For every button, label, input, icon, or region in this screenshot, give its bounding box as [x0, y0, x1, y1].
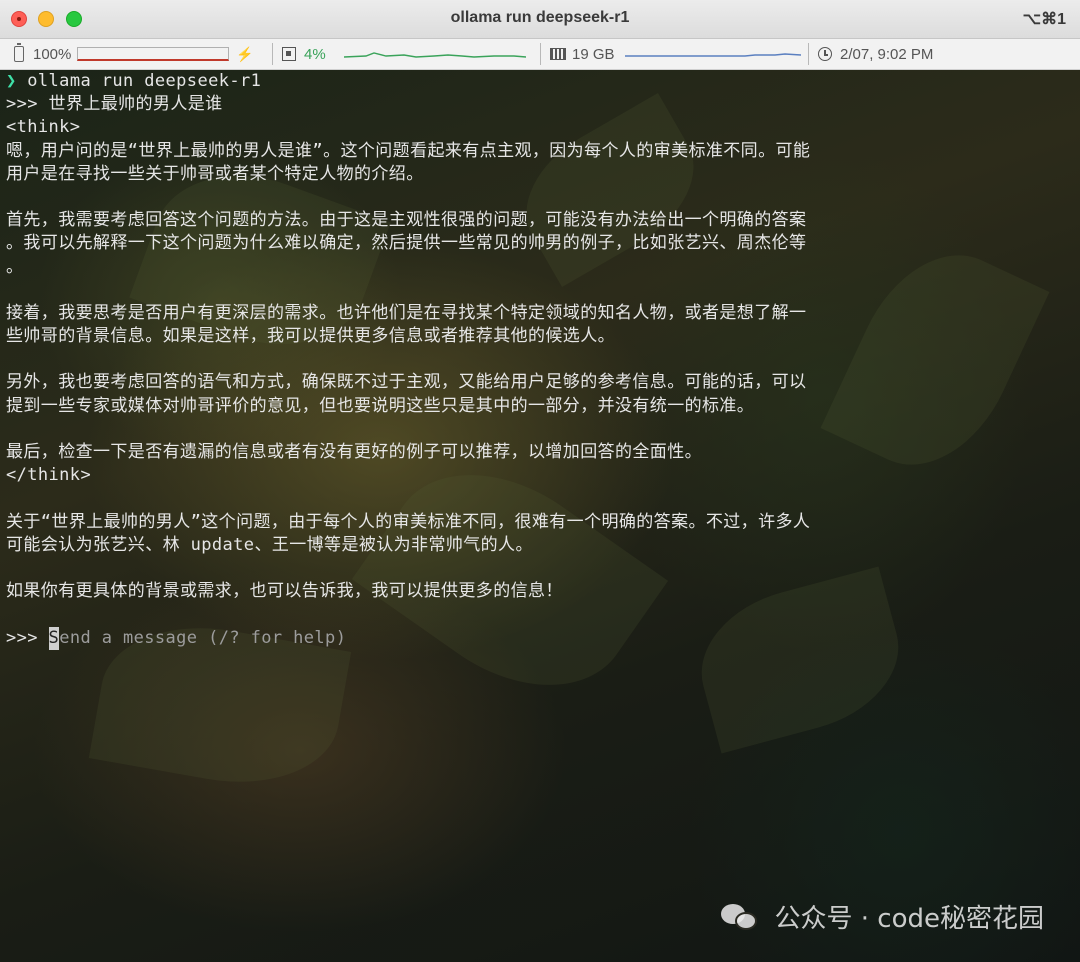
output-line: 嗯，用户问的是“世界上最帅的男人是谁”。这个问题看起来有点主观，因为每个人的审美…	[6, 140, 811, 161]
output-line: 提到一些专家或媒体对帅哥评价的意见，但也要说明这些只是其中的一部分，并没有统一的…	[6, 395, 755, 416]
output-line: 接着，我要思考是否用户有更深层的需求。也许他们是在寻找某个特定领域的知名人物，或…	[6, 302, 807, 323]
output-line: <think>	[6, 117, 81, 138]
memory-sparkline	[624, 53, 801, 57]
terminal-window: ollama run deepseek-r1 ⌥⌘1 100% ⚡ 4% 19 …	[0, 0, 1080, 962]
output-line: >>> 世界上最帅的男人是谁	[6, 94, 223, 115]
status-divider	[272, 43, 273, 65]
status-divider	[808, 43, 809, 65]
window-title: ollama run deepseek-r1	[450, 9, 630, 26]
output-line: 。我可以先解释一下这个问题为什么难以确定，然后提供一些常见的帅男的例子，比如张艺…	[6, 233, 807, 254]
output-line: </think>	[6, 465, 92, 486]
output-line: 可能会认为张艺兴、林 update、王一博等是被认为非常帅气的人。	[6, 534, 533, 555]
cpu-status: 4%	[282, 39, 526, 69]
text-cursor: S	[48, 626, 60, 650]
clock-status: 2/07, 9:02 PM	[818, 39, 933, 69]
watermark: 公众号 · code秘密花园	[720, 898, 1045, 935]
battery-status: 100% ⚡	[14, 39, 254, 69]
memory-icon	[550, 48, 566, 60]
output-line: 最后，检查一下是否有遗漏的信息或者有没有更好的例子可以推荐，以增加回答的全面性。	[6, 442, 702, 462]
terminal-output[interactable]: ❯ ollama run deepseek-r1 >>> 世界上最帅的男人是谁 …	[0, 70, 1080, 962]
prompt-arrow-icon: ❯	[6, 71, 17, 91]
output-line: 用户是在寻找一些关于帅哥或者某个特定人物的介绍。	[6, 163, 424, 184]
input-prompt: >>>	[6, 627, 38, 648]
memory-status: 19 GB	[550, 39, 801, 69]
watermark-text: 公众号 · code秘密花园	[774, 904, 1045, 934]
battery-percent: 100%	[33, 45, 72, 63]
command-text: ollama run deepseek-r1	[27, 71, 262, 91]
title-bar: ollama run deepseek-r1 ⌥⌘1	[0, 0, 1080, 39]
input-line[interactable]: >>> Send a message (/? for help)	[6, 626, 1066, 650]
cpu-icon	[282, 47, 296, 61]
terminal-text: ❯ ollama run deepseek-r1 >>> 世界上最帅的男人是谁 …	[6, 70, 1066, 650]
output-line: 关于“世界上最帅的男人”这个问题，由于每个人的审美标准不同，很难有一个明确的答案…	[6, 511, 811, 532]
output-line: 另外，我也要考虑回答的语气和方式，确保既不过于主观，又能给用户足够的参考信息。可…	[6, 372, 807, 393]
cpu-sparkline	[343, 52, 526, 58]
datetime: 2/07, 9:02 PM	[840, 45, 934, 63]
window-shortcut: ⌥⌘1	[1022, 11, 1066, 28]
wechat-icon	[720, 902, 761, 932]
output-line: 首先，我需要考虑回答这个问题的方法。由于这是主观性很强的问题，可能没有办法给出一…	[6, 210, 807, 231]
charging-bolt-icon: ⚡	[236, 45, 254, 62]
battery-icon	[14, 43, 24, 62]
output-line: 如果你有更具体的背景或需求，也可以告诉我，我可以提供更多的信息！	[6, 581, 563, 602]
memory-used: 19 GB	[572, 45, 615, 63]
status-divider	[540, 43, 541, 65]
battery-level-bar	[77, 47, 230, 61]
input-placeholder: end a message (/? for help)	[59, 627, 347, 648]
output-line: 。	[6, 256, 24, 277]
output-line: 些帅哥的背景信息。如果是这样，我可以提供更多信息或者推荐其他的候选人。	[6, 326, 615, 347]
status-bar: 100% ⚡ 4% 19 GB 2/07, 9:02 PM	[0, 39, 1080, 70]
clock-icon	[818, 47, 832, 61]
command-line: ❯ ollama run deepseek-r1	[6, 70, 1066, 93]
cpu-percent: 4%	[304, 45, 326, 63]
